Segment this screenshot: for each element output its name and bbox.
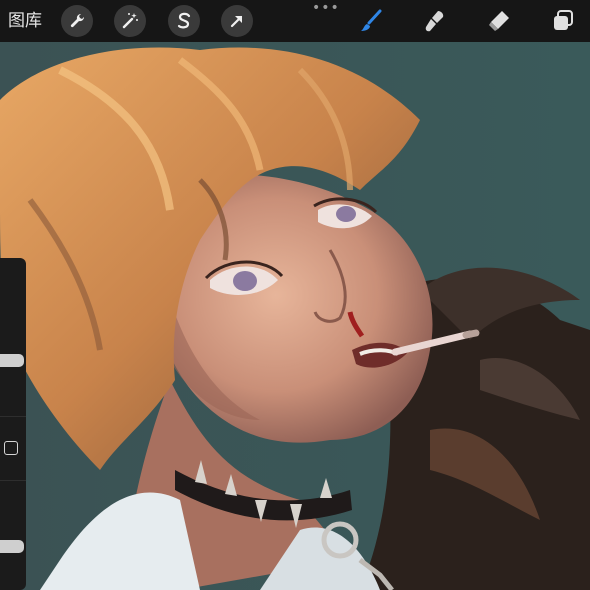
layers-button[interactable] <box>549 7 577 35</box>
more-options-button[interactable]: ••• <box>312 1 340 15</box>
actions-button[interactable] <box>61 5 93 37</box>
opacity-slider[interactable] <box>0 540 24 553</box>
brush-sidebar <box>0 258 26 590</box>
paint-tool-button[interactable] <box>357 7 385 35</box>
brush-icon <box>361 9 382 31</box>
eraser-icon <box>489 11 509 31</box>
smudge-icon <box>425 11 444 32</box>
smudge-tool-button[interactable] <box>421 7 449 35</box>
brush-size-slider[interactable] <box>0 354 24 367</box>
gallery-button[interactable]: 图库 <box>8 10 42 32</box>
top-toolbar: 图库 ••• <box>0 0 590 42</box>
layers-icon <box>554 10 573 30</box>
adjustments-button[interactable] <box>114 5 146 37</box>
transform-button[interactable] <box>221 5 253 37</box>
magic-wand-icon <box>122 13 138 29</box>
selection-button[interactable] <box>168 5 200 37</box>
drawing-canvas[interactable] <box>0 42 590 590</box>
arrow-cursor-icon <box>230 15 243 28</box>
wrench-icon <box>70 13 85 28</box>
eraser-tool-button[interactable] <box>485 7 513 35</box>
modify-button[interactable] <box>4 441 18 455</box>
selection-s-icon <box>177 12 191 29</box>
artwork-portrait <box>0 42 590 590</box>
